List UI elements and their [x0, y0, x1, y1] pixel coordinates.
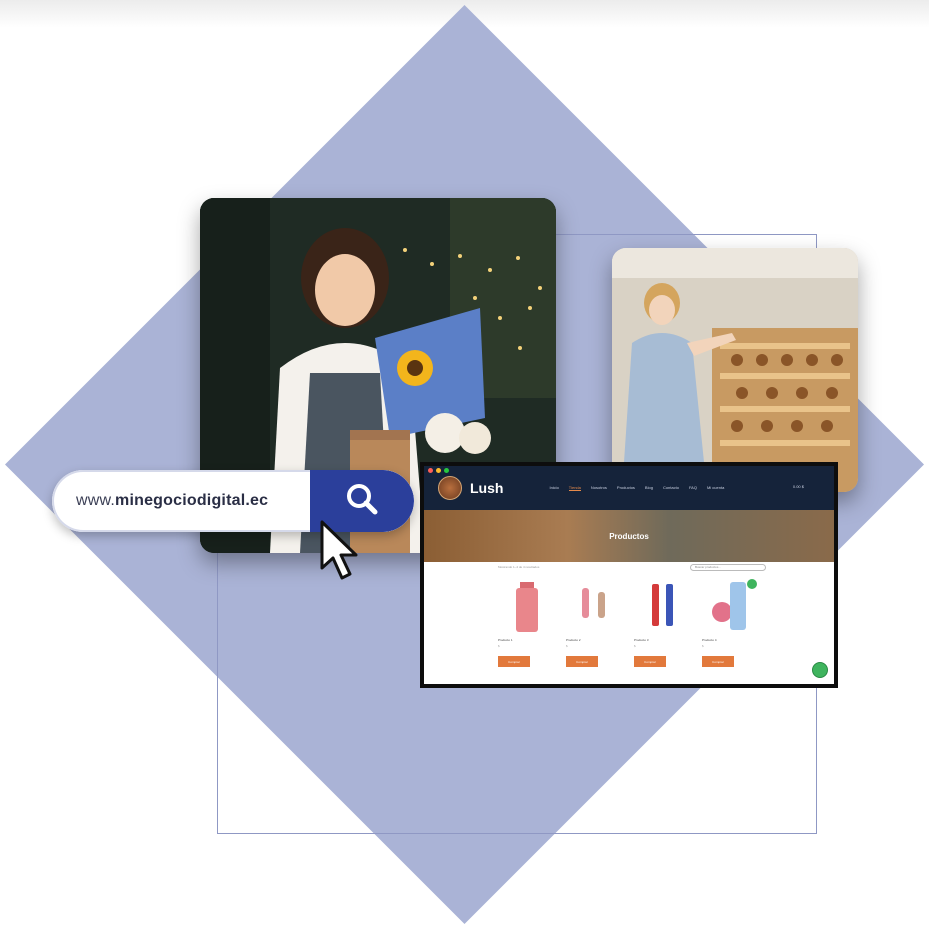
- nav-item[interactable]: Nosotros: [591, 485, 607, 491]
- shop-search-input[interactable]: Buscar productos…: [690, 564, 766, 571]
- product-card[interactable]: Producto 3 $ Comprar: [634, 574, 692, 670]
- product-image: [652, 584, 673, 626]
- product-card[interactable]: Producto 1 $ Comprar: [498, 574, 556, 670]
- product-name: Producto 3: [634, 638, 649, 642]
- product-card[interactable]: Producto 2 $ Comprar: [566, 574, 624, 670]
- buy-button[interactable]: Comprar: [498, 656, 530, 667]
- search-icon: [343, 480, 381, 523]
- brand-name: Lush: [470, 480, 504, 496]
- url-text[interactable]: www.minegociodigital.ec: [52, 492, 310, 510]
- nav-item[interactable]: Blog: [645, 485, 653, 491]
- product-image: [712, 579, 757, 630]
- site-navbar: Lush Inicio Tienda Nosotros Productos Bl…: [424, 466, 834, 510]
- nav-item[interactable]: Contacto: [663, 485, 679, 491]
- cart-total[interactable]: 0.00 $: [793, 484, 804, 489]
- maximize-dot-icon: [444, 468, 449, 473]
- website-mockup: Lush Inicio Tienda Nosotros Productos Bl…: [420, 462, 838, 688]
- nav-item[interactable]: Tienda: [568, 485, 581, 491]
- product-name: Producto 4: [702, 638, 717, 642]
- close-dot-icon: [428, 468, 433, 473]
- product-price: $: [634, 644, 636, 648]
- url-prefix: www.: [76, 492, 116, 509]
- product-price: $: [498, 644, 500, 648]
- product-price: $: [702, 644, 704, 648]
- hero-title: Productos: [609, 531, 649, 541]
- bakery-photo: [612, 248, 858, 492]
- nav-item[interactable]: Mi cuenta: [707, 485, 724, 491]
- hero-banner: Productos: [424, 510, 834, 562]
- product-name: Producto 2: [566, 638, 581, 642]
- product-name: Producto 1: [498, 638, 513, 642]
- window-dots: [428, 468, 449, 473]
- buy-button[interactable]: Comprar: [566, 656, 598, 667]
- pointer-cursor-icon: [318, 520, 364, 582]
- product-price: $: [566, 644, 568, 648]
- results-count: Mostrando 1–4 de 4 resultados: [498, 565, 540, 569]
- buy-button[interactable]: Comprar: [634, 656, 666, 667]
- minimize-dot-icon: [436, 468, 441, 473]
- nav-item[interactable]: Productos: [617, 485, 635, 491]
- product-image: [516, 582, 538, 632]
- brand-logo-icon: [438, 476, 462, 500]
- url-domain: minegociodigital.ec: [115, 492, 269, 509]
- product-card[interactable]: Producto 4 $ Comprar: [702, 574, 760, 670]
- product-image: [582, 588, 605, 618]
- buy-button[interactable]: Comprar: [702, 656, 734, 667]
- nav-item[interactable]: Inicio: [549, 485, 558, 491]
- nav-menu: Inicio Tienda Nosotros Productos Blog Co…: [549, 485, 724, 491]
- whatsapp-icon[interactable]: [812, 662, 828, 678]
- nav-item[interactable]: FAQ: [689, 485, 697, 491]
